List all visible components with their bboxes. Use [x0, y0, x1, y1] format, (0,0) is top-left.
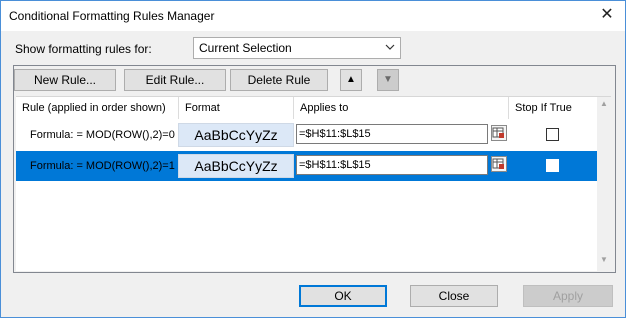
scroll-down-icon[interactable]: ▼ — [597, 255, 611, 269]
delete-rule-button[interactable]: Delete Rule — [230, 69, 328, 91]
table-row[interactable]: Formula: = MOD(ROW(),2)=1 AaBbCcYyZz — [16, 151, 597, 181]
vertical-scrollbar[interactable]: ▲ ▼ — [597, 97, 611, 271]
applies-to-input[interactable] — [299, 157, 485, 173]
close-button[interactable]: Close — [410, 285, 498, 307]
move-up-button[interactable]: ▲ — [340, 69, 362, 91]
applies-to-input[interactable] — [299, 126, 485, 142]
column-header-stop-if-true[interactable]: Stop If True — [509, 97, 597, 119]
range-picker-icon[interactable] — [491, 156, 507, 172]
scroll-up-icon[interactable]: ▲ — [597, 99, 611, 113]
applies-to-field[interactable] — [296, 155, 488, 175]
table-row[interactable]: Formula: = MOD(ROW(),2)=0 AaBbCcYyZz — [16, 120, 597, 150]
rules-panel: New Rule... Edit Rule... Delete Rule ▲ ▼… — [13, 65, 616, 273]
stop-if-true-checkbox[interactable] — [546, 128, 559, 141]
rule-description: Formula: = MOD(ROW(),2)=1 — [30, 160, 175, 172]
column-header-rule[interactable]: Rule (applied in order shown) — [16, 97, 179, 119]
chevron-down-icon — [385, 40, 395, 57]
column-header-format[interactable]: Format — [179, 97, 294, 119]
range-picker-icon[interactable] — [491, 125, 507, 141]
show-rules-dropdown[interactable]: Current Selection — [193, 37, 401, 59]
ok-button[interactable]: OK — [299, 285, 387, 307]
edit-rule-button[interactable]: Edit Rule... — [124, 69, 226, 91]
rule-description: Formula: = MOD(ROW(),2)=0 — [30, 129, 175, 141]
stop-if-true-checkbox[interactable] — [546, 159, 559, 172]
title-bar: Conditional Formatting Rules Manager ✕ — [1, 1, 625, 31]
apply-button[interactable]: Apply — [523, 285, 613, 307]
show-rules-label: Show formatting rules for: — [15, 42, 152, 56]
show-rules-value: Current Selection — [199, 41, 292, 55]
format-preview: AaBbCcYyZz — [178, 123, 294, 147]
arrow-up-icon: ▲ — [346, 74, 356, 85]
dialog-title: Conditional Formatting Rules Manager — [9, 9, 215, 23]
applies-to-field[interactable] — [296, 124, 488, 144]
new-rule-button[interactable]: New Rule... — [14, 69, 116, 91]
column-header-applies-to[interactable]: Applies to — [294, 97, 509, 119]
rules-table: Rule (applied in order shown) Format App… — [16, 96, 611, 271]
format-preview: AaBbCcYyZz — [178, 154, 294, 178]
arrow-down-icon: ▼ — [383, 74, 393, 85]
move-down-button[interactable]: ▼ — [377, 69, 399, 91]
dialog-window: Conditional Formatting Rules Manager ✕ S… — [0, 0, 626, 318]
close-icon[interactable]: ✕ — [595, 4, 619, 26]
